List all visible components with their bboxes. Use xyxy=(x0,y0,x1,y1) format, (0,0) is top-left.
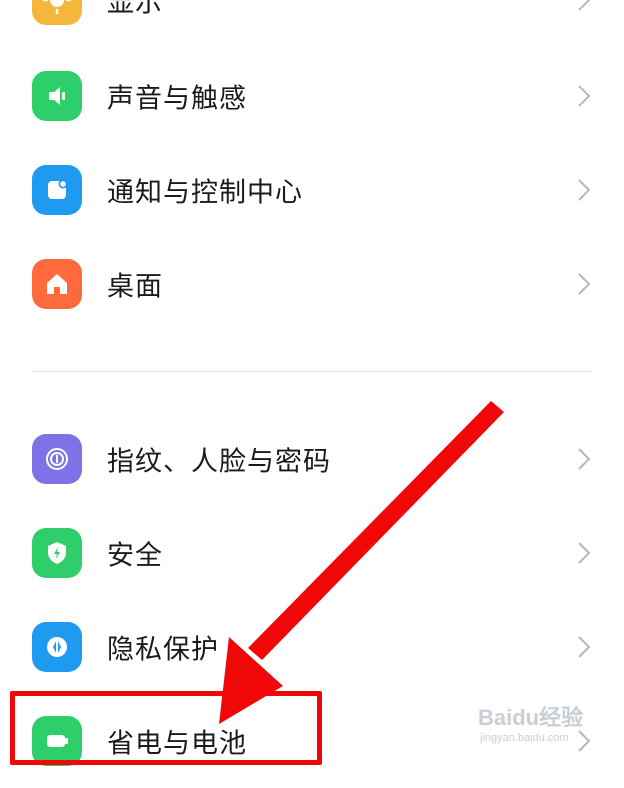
settings-item-security[interactable]: 安全 xyxy=(0,506,624,600)
watermark: Baidu经验 jingyan.baidu.com xyxy=(478,700,618,760)
settings-item-label: 桌面 xyxy=(107,271,163,303)
shield-icon xyxy=(32,528,82,578)
home-icon xyxy=(32,259,82,309)
privacy-icon xyxy=(32,622,82,672)
settings-item-biometrics[interactable]: 指纹、人脸与密码 xyxy=(0,412,624,506)
chevron-right-icon xyxy=(578,0,591,11)
section-divider xyxy=(32,371,592,372)
chevron-right-icon xyxy=(578,636,591,658)
chevron-right-icon xyxy=(578,85,591,107)
speaker-icon xyxy=(32,71,82,121)
watermark-url: jingyan.baidu.com xyxy=(480,732,569,744)
settings-item-label: 通知与控制中心 xyxy=(107,177,303,209)
chevron-right-icon xyxy=(578,179,591,201)
settings-item-label: 声音与触感 xyxy=(107,83,247,115)
chevron-right-icon xyxy=(578,273,591,295)
display-icon xyxy=(32,0,82,25)
watermark-brand: Baidu经验 xyxy=(478,705,584,730)
highlight-box xyxy=(10,691,322,765)
settings-item-display[interactable]: 显示 xyxy=(0,0,624,47)
notification-icon xyxy=(32,165,82,215)
settings-item-label: 安全 xyxy=(107,540,163,572)
settings-item-sound[interactable]: 声音与触感 xyxy=(0,49,624,143)
settings-item-label: 显示 xyxy=(107,0,163,19)
settings-item-label: 隐私保护 xyxy=(107,634,219,666)
settings-item-home-screen[interactable]: 桌面 xyxy=(0,237,624,331)
chevron-right-icon xyxy=(578,542,591,564)
chevron-right-icon xyxy=(578,448,591,470)
settings-item-privacy[interactable]: 隐私保护 xyxy=(0,600,624,694)
fingerprint-icon xyxy=(32,434,82,484)
settings-item-notifications[interactable]: 通知与控制中心 xyxy=(0,143,624,237)
settings-item-label: 指纹、人脸与密码 xyxy=(107,446,331,478)
